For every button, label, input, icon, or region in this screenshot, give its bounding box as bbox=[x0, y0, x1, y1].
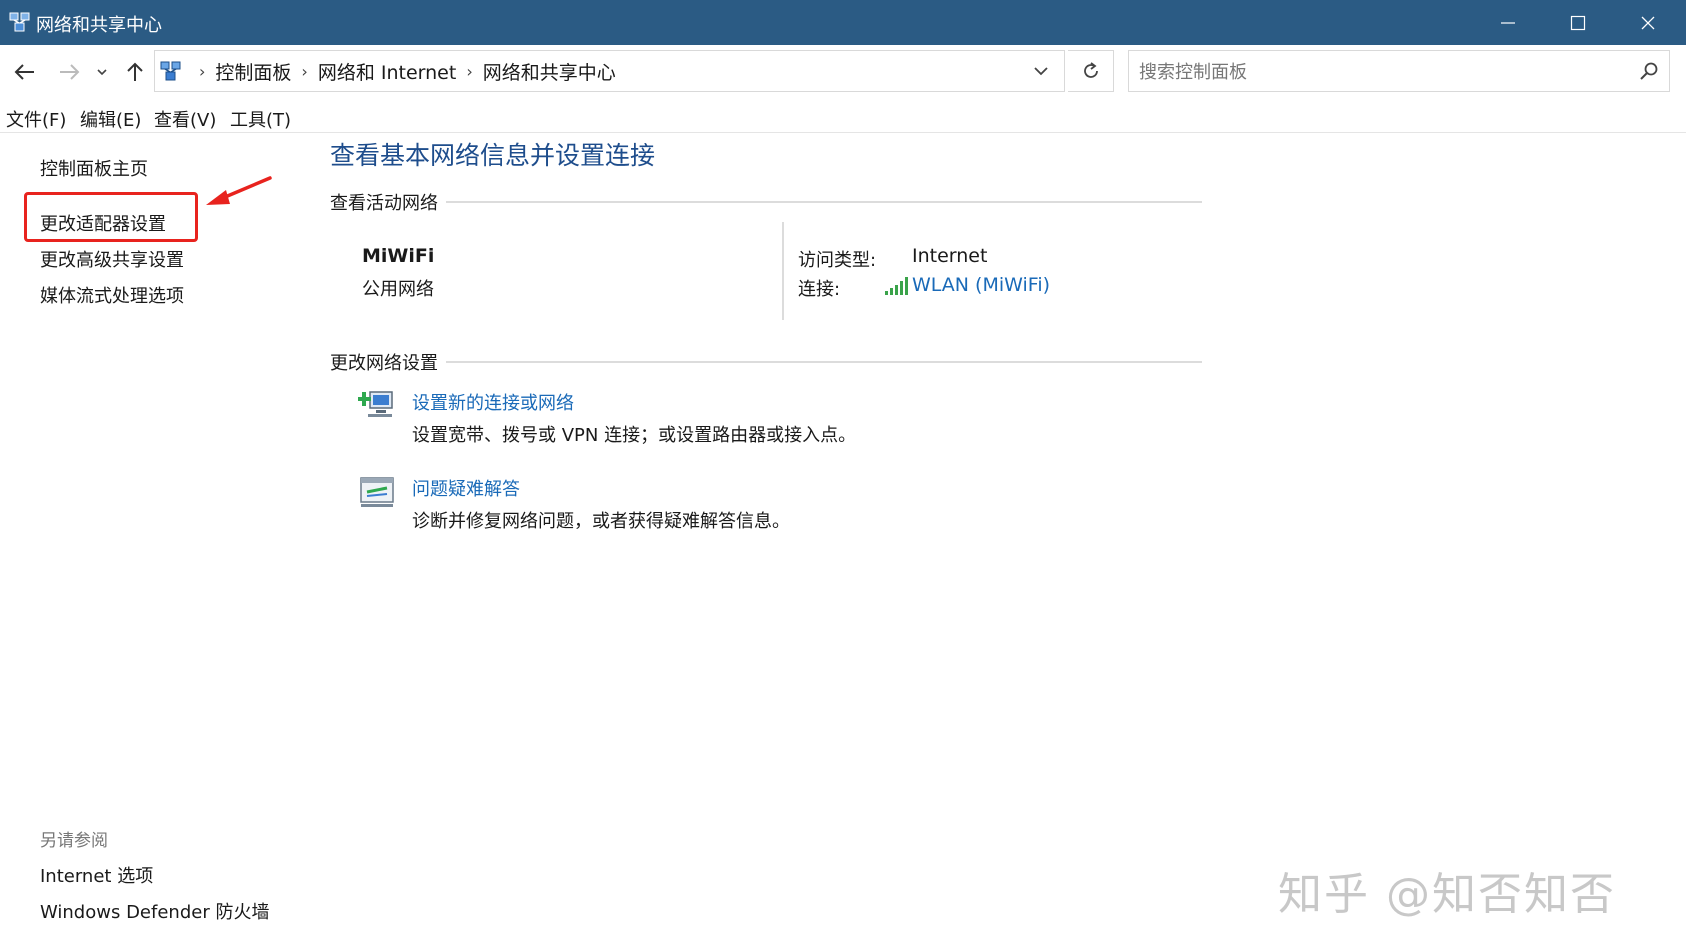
annotation-highlight-box bbox=[24, 192, 198, 242]
wlan-connection-link[interactable]: WLAN (MiWiFi) bbox=[912, 274, 1050, 296]
minimize-icon bbox=[1501, 21, 1515, 24]
setup-new-connection-description: 设置宽带、拨号或 VPN 连接；或设置路由器或接入点。 bbox=[412, 425, 857, 446]
menu-tools[interactable]: 工具(T) bbox=[230, 106, 291, 132]
close-icon bbox=[1641, 16, 1655, 29]
active-networks-heading: 查看活动网络 bbox=[330, 189, 446, 215]
access-type-label: 访问类型: bbox=[798, 250, 877, 271]
change-network-settings-heading: 更改网络设置 bbox=[330, 349, 446, 375]
annotation-arrow-icon bbox=[206, 176, 272, 205]
sidebar-item-control-panel-home[interactable]: 控制面板主页 bbox=[40, 155, 148, 181]
search-input[interactable] bbox=[1137, 57, 1621, 87]
troubleshoot-icon bbox=[360, 477, 394, 507]
connection-label: 连接: bbox=[798, 279, 841, 300]
wifi-signal-icon bbox=[885, 277, 908, 295]
arrow-right-icon bbox=[60, 64, 80, 80]
breadcrumb-control-panel[interactable]: 控制面板 bbox=[215, 58, 291, 85]
search-icon[interactable] bbox=[1639, 61, 1659, 81]
maximize-button[interactable] bbox=[1544, 0, 1612, 45]
chevron-down-icon bbox=[1034, 67, 1048, 76]
watermark: 知乎 @知否知否 bbox=[1278, 869, 1616, 920]
control-panel-icon bbox=[160, 61, 181, 81]
close-button[interactable] bbox=[1614, 0, 1682, 45]
section-divider bbox=[330, 201, 1202, 203]
back-button[interactable] bbox=[10, 57, 40, 87]
see-also-title: 另请参阅 bbox=[40, 831, 108, 851]
maximize-icon bbox=[1570, 15, 1586, 30]
recent-locations-button[interactable] bbox=[92, 57, 112, 87]
menu-bar: 文件(F) 编辑(E) 查看(V) 工具(T) bbox=[0, 104, 1686, 132]
chevron-down-icon bbox=[97, 69, 107, 76]
arrow-left-icon bbox=[14, 64, 34, 80]
see-also-windows-defender-firewall[interactable]: Windows Defender 防火墙 bbox=[40, 898, 269, 924]
network-info-divider bbox=[782, 222, 784, 320]
sidebar-item-media-streaming-options[interactable]: 媒体流式处理选项 bbox=[40, 282, 184, 308]
access-type-value: Internet bbox=[912, 245, 988, 267]
title-bar: 网络和共享中心 bbox=[0, 0, 1686, 45]
search-box[interactable] bbox=[1128, 50, 1670, 92]
breadcrumb-separator[interactable]: › bbox=[466, 62, 472, 81]
setup-new-connection-link[interactable]: 设置新的连接或网络 bbox=[412, 389, 574, 415]
troubleshoot-link[interactable]: 问题疑难解答 bbox=[412, 475, 520, 501]
breadcrumb-network-internet[interactable]: 网络和 Internet bbox=[318, 58, 456, 85]
minimize-button[interactable] bbox=[1474, 0, 1542, 45]
forward-button[interactable] bbox=[54, 57, 84, 87]
page-title: 查看基本网络信息并设置连接 bbox=[330, 141, 656, 170]
breadcrumb-separator[interactable]: › bbox=[301, 62, 307, 81]
address-dropdown-button[interactable] bbox=[1018, 51, 1064, 91]
menu-view[interactable]: 查看(V) bbox=[154, 106, 216, 132]
section-divider bbox=[330, 361, 1202, 363]
menu-divider bbox=[0, 132, 1686, 133]
network-center-icon bbox=[9, 12, 30, 32]
network-category[interactable]: 公用网络 bbox=[362, 275, 434, 301]
menu-file[interactable]: 文件(F) bbox=[6, 106, 66, 132]
refresh-button[interactable] bbox=[1068, 50, 1114, 92]
new-connection-icon bbox=[358, 391, 393, 417]
see-also-internet-options[interactable]: Internet 选项 bbox=[40, 862, 153, 888]
navigation-bar: › 控制面板 › 网络和 Internet › 网络和共享中心 bbox=[0, 45, 1686, 99]
breadcrumb-separator[interactable]: › bbox=[199, 62, 205, 81]
window-title: 网络和共享中心 bbox=[36, 15, 162, 36]
menu-edit[interactable]: 编辑(E) bbox=[80, 106, 141, 132]
breadcrumb: › 控制面板 › 网络和 Internet › 网络和共享中心 bbox=[189, 51, 616, 91]
sidebar-item-advanced-sharing-settings[interactable]: 更改高级共享设置 bbox=[40, 246, 184, 272]
troubleshoot-description: 诊断并修复网络问题，或者获得疑难解答信息。 bbox=[412, 511, 790, 532]
address-bar[interactable]: › 控制面板 › 网络和 Internet › 网络和共享中心 bbox=[154, 50, 1065, 92]
arrow-up-icon bbox=[127, 62, 143, 81]
refresh-icon bbox=[1083, 62, 1098, 78]
network-name: MiWiFi bbox=[362, 245, 435, 267]
up-button[interactable] bbox=[120, 57, 150, 87]
breadcrumb-network-sharing-center[interactable]: 网络和共享中心 bbox=[483, 58, 616, 85]
